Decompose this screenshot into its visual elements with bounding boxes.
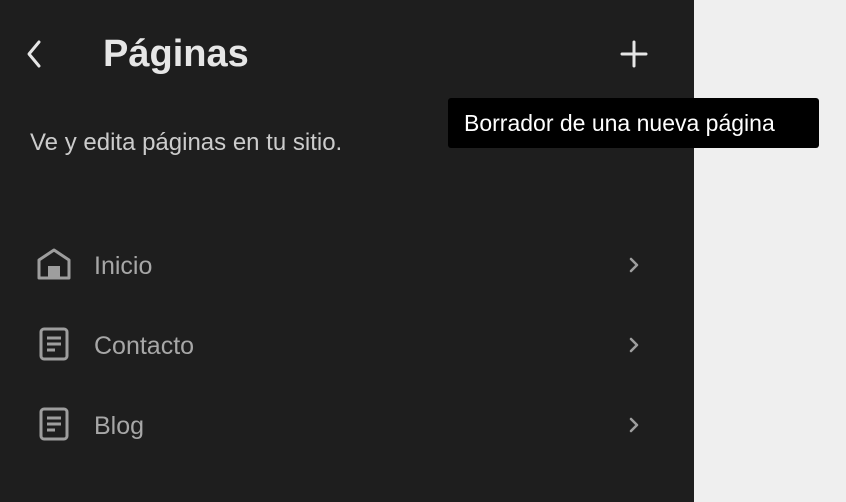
page-item-blog[interactable]: Blog — [0, 386, 694, 466]
chevron-right-icon — [629, 337, 639, 353]
page-icon — [39, 407, 69, 441]
add-page-button[interactable] — [614, 34, 654, 74]
page-item-label: Contacto — [94, 332, 195, 360]
chevron-right-icon — [629, 257, 639, 273]
panel-description: Ve y edita páginas en tu sitio. — [30, 129, 343, 156]
plus-icon — [620, 40, 648, 68]
home-icon — [37, 248, 71, 280]
page-item-contacto[interactable]: Contacto — [0, 306, 694, 386]
page-item-label: Blog — [94, 412, 145, 440]
pages-list: Inicio Contacto Blog — [0, 226, 694, 466]
tooltip: Borrador de una nueva página — [448, 98, 819, 148]
editor-canvas — [694, 0, 846, 502]
chevron-right-icon — [629, 417, 639, 433]
chevron-left-icon — [27, 40, 41, 68]
page-item-label: Inicio — [94, 252, 153, 280]
sidebar-panel: Páginas Ve y edita páginas en tu sitio. … — [0, 0, 694, 502]
page-icon — [39, 327, 69, 361]
page-item-inicio[interactable]: Inicio — [0, 226, 694, 306]
page-title: Páginas — [103, 33, 249, 75]
back-button[interactable] — [18, 36, 50, 72]
